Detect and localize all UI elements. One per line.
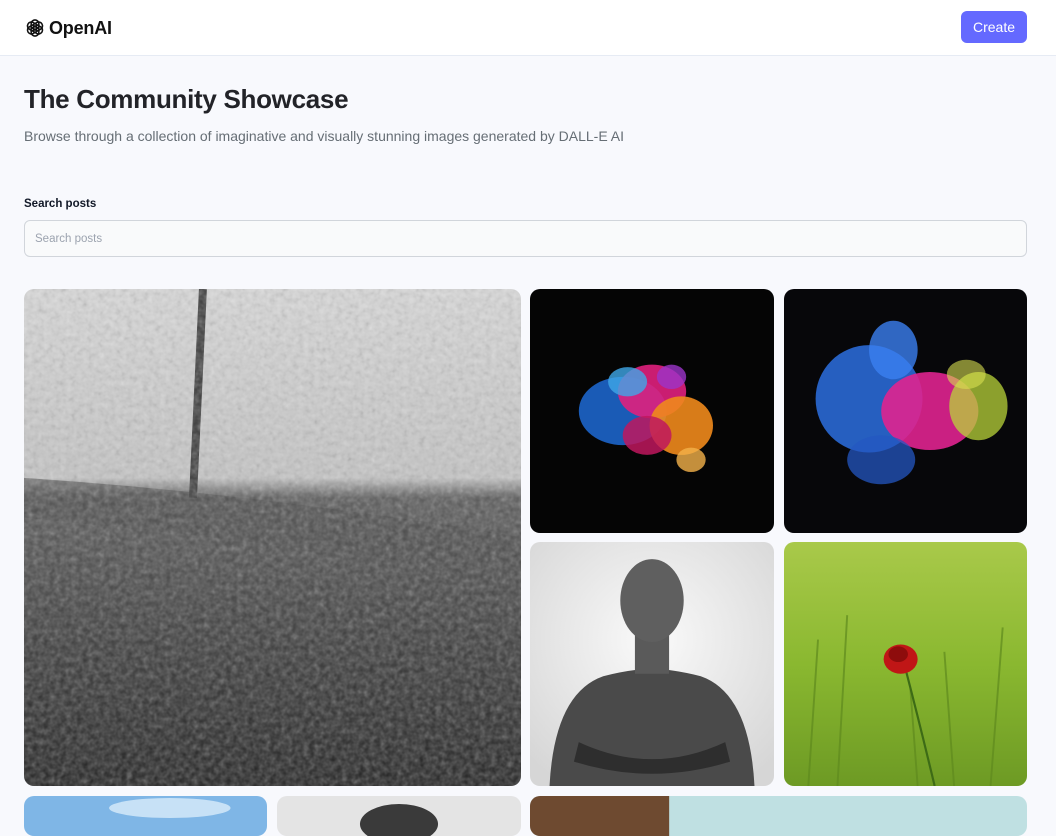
gallery-card-grayscale-texture[interactable] bbox=[24, 289, 521, 786]
gallery-card-portrait-2[interactable] bbox=[277, 796, 521, 836]
powder-burst-image bbox=[784, 289, 1027, 533]
top-navbar: OpenAI Create bbox=[0, 0, 1056, 56]
gallery-card-powder-burst[interactable] bbox=[784, 289, 1027, 533]
red-rose-image bbox=[784, 542, 1027, 786]
grayscale-texture-image bbox=[24, 289, 521, 786]
gallery-card-sky-1[interactable] bbox=[24, 796, 267, 836]
page-title: The Community Showcase bbox=[24, 84, 349, 114]
page-subtitle: Browse through a collection of imaginati… bbox=[24, 128, 625, 144]
color-explosion-image bbox=[530, 289, 774, 533]
gallery-card-landscape[interactable] bbox=[530, 796, 1027, 836]
gallery-card-color-explosion[interactable] bbox=[530, 289, 774, 533]
search-input[interactable] bbox=[24, 220, 1027, 257]
logo-text: OpenAI bbox=[49, 17, 112, 38]
portrait-image bbox=[277, 796, 521, 836]
openai-logo[interactable]: OpenAI bbox=[24, 15, 112, 41]
gallery-card-tattoo-portrait[interactable] bbox=[530, 542, 774, 786]
tattoo-portrait-image bbox=[530, 542, 774, 786]
sky-image bbox=[24, 796, 267, 836]
create-button[interactable]: Create bbox=[961, 11, 1027, 43]
openai-logo-icon bbox=[26, 19, 44, 37]
landscape-image bbox=[530, 796, 1027, 836]
search-label: Search posts bbox=[24, 198, 97, 210]
gallery-card-red-rose[interactable] bbox=[784, 542, 1027, 786]
